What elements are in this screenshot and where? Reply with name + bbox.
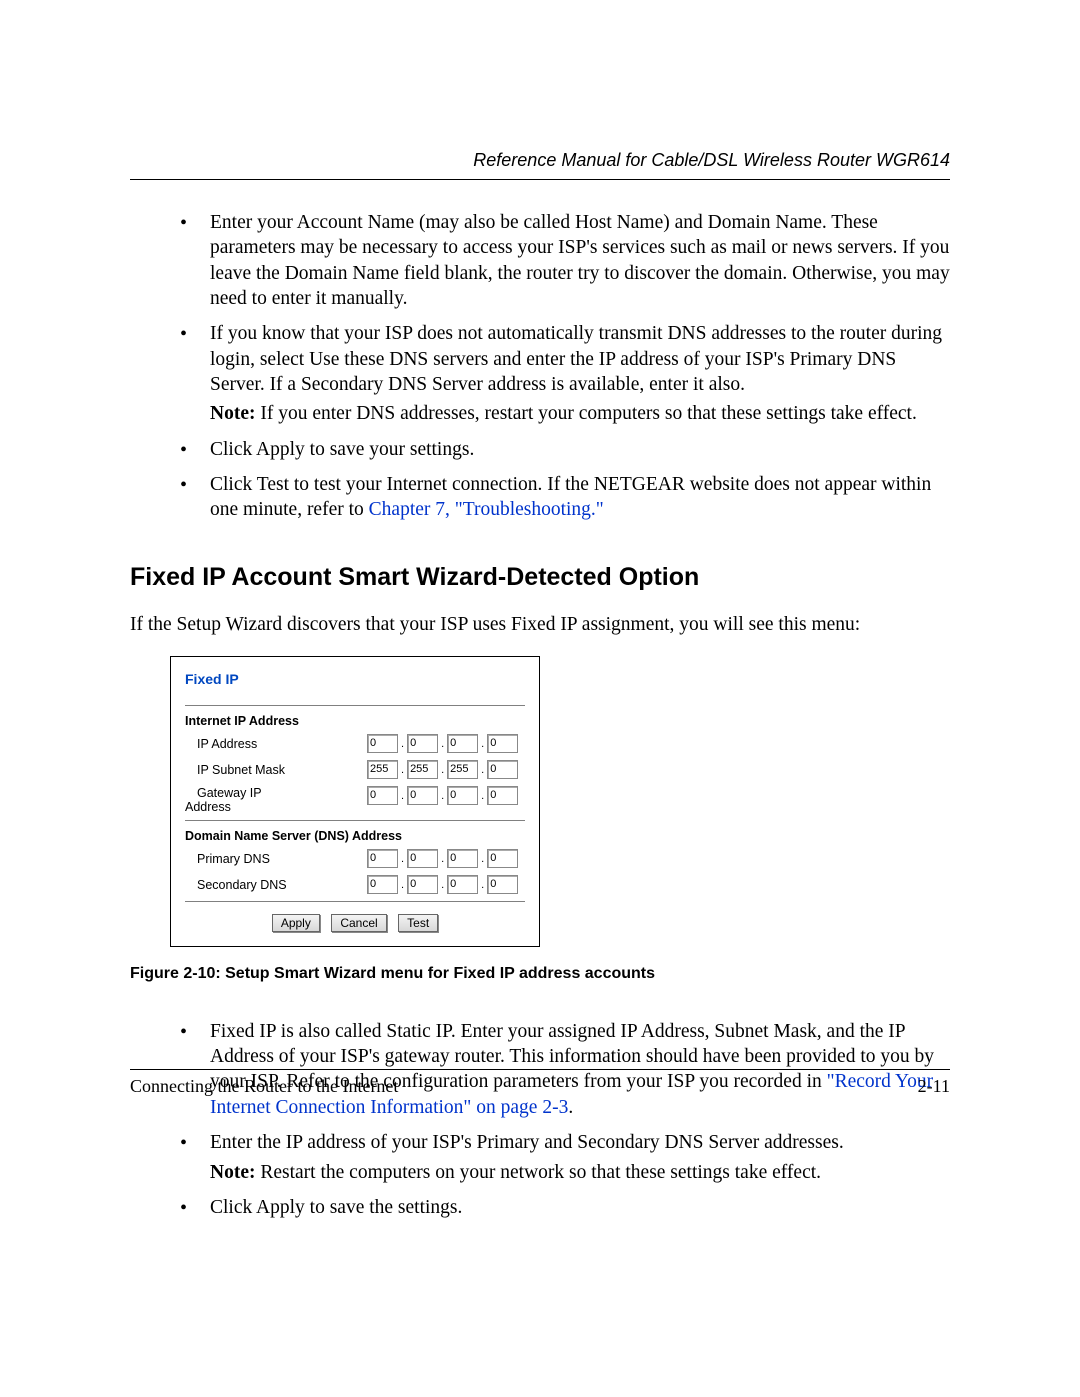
bullet-item: Click Test to test your Internet connect… <box>180 472 950 523</box>
ip-octet-input[interactable]: 0 <box>487 786 518 805</box>
page-footer: Connecting the Router to the Internet 2-… <box>130 1069 950 1097</box>
divider <box>185 820 525 821</box>
ip-octet-input[interactable]: 0 <box>487 734 518 753</box>
bullet-item: Click Apply to save your settings. <box>180 437 950 462</box>
ip-octet-input[interactable]: 0 <box>407 849 438 868</box>
secondary-dns-row: Secondary DNS 0. 0. 0. 0 <box>185 875 525 895</box>
divider <box>185 705 525 706</box>
ip-octet-input[interactable]: 0 <box>447 849 478 868</box>
ip-address-row: IP Address 0. 0. 0. 0 <box>185 734 525 754</box>
gateway-label: Gateway IP Address <box>185 786 367 814</box>
dns-section-heading: Domain Name Server (DNS) Address <box>185 829 525 843</box>
ip-octet-input[interactable]: 0 <box>487 875 518 894</box>
ip-octet-input[interactable]: 0 <box>407 786 438 805</box>
ip-octet-input[interactable]: 0 <box>487 760 518 779</box>
panel-title: Fixed IP <box>185 671 525 687</box>
primary-dns-row: Primary DNS 0. 0. 0. 0 <box>185 849 525 869</box>
ip-octet-input[interactable]: 0 <box>367 849 398 868</box>
bottom-bullet-list: Fixed IP is also called Static IP. Enter… <box>130 1019 950 1220</box>
gateway-label-line2: Address <box>185 800 231 814</box>
ip-octet-input[interactable]: 0 <box>367 875 398 894</box>
ip-octet-input[interactable]: 255 <box>367 760 398 779</box>
secondary-dns-cells: 0. 0. 0. 0 <box>367 875 518 895</box>
primary-dns-label: Primary DNS <box>185 852 367 866</box>
ip-section-heading: Internet IP Address <box>185 714 525 728</box>
fixed-ip-panel: Fixed IP Internet IP Address IP Address … <box>170 656 540 947</box>
ip-octet-input[interactable]: 0 <box>407 734 438 753</box>
ip-octet-input[interactable]: 0 <box>447 875 478 894</box>
fixed-ip-panel-wrap: Fixed IP Internet IP Address IP Address … <box>170 656 950 947</box>
bullet-item: Click Apply to save the settings. <box>180 1195 950 1220</box>
ip-address-cells: 0. 0. 0. 0 <box>367 734 518 754</box>
footer-left: Connecting the Router to the Internet <box>130 1076 398 1097</box>
bullet-text: Click Apply to save your settings. <box>210 439 474 460</box>
subnet-row: IP Subnet Mask 255. 255. 255. 0 <box>185 760 525 780</box>
test-button[interactable]: Test <box>398 914 438 932</box>
bullet-item: If you know that your ISP does not autom… <box>180 321 950 426</box>
ip-octet-input[interactable]: 0 <box>367 786 398 805</box>
section-heading: Fixed IP Account Smart Wizard-Detected O… <box>130 563 950 592</box>
footer-page-number: 2-11 <box>918 1076 950 1097</box>
primary-dns-cells: 0. 0. 0. 0 <box>367 849 518 869</box>
ip-octet-input[interactable]: 0 <box>407 875 438 894</box>
button-row: Apply Cancel Test <box>185 914 525 932</box>
ip-octet-input[interactable]: 0 <box>487 849 518 868</box>
gateway-cells: 0. 0. 0. 0 <box>367 786 518 806</box>
gateway-row: Gateway IP Address 0. 0. 0. 0 <box>185 786 525 814</box>
ip-octet-input[interactable]: 0 <box>447 734 478 753</box>
bullet-text-suffix: . <box>568 1097 573 1118</box>
bullet-text: Enter the IP address of your ISP's Prima… <box>210 1132 844 1153</box>
cancel-button[interactable]: Cancel <box>331 914 386 932</box>
troubleshooting-link[interactable]: Chapter 7, "Troubleshooting." <box>369 499 604 520</box>
note-text: If you enter DNS addresses, restart your… <box>255 403 916 424</box>
subnet-cells: 255. 255. 255. 0 <box>367 760 518 780</box>
ip-octet-input[interactable]: 255 <box>407 760 438 779</box>
note-text: Restart the computers on your network so… <box>255 1162 821 1183</box>
gateway-label-line1: Gateway IP <box>197 786 262 800</box>
ip-address-label: IP Address <box>185 737 367 751</box>
subnet-label: IP Subnet Mask <box>185 763 367 777</box>
figure-caption: Figure 2-10: Setup Smart Wizard menu for… <box>130 965 950 983</box>
apply-button[interactable]: Apply <box>272 914 320 932</box>
bullet-text: If you know that your ISP does not autom… <box>210 323 942 395</box>
intro-paragraph: If the Setup Wizard discovers that your … <box>130 614 950 636</box>
bullet-text: Enter your Account Name (may also be cal… <box>210 212 950 309</box>
ip-octet-input[interactable]: 0 <box>447 786 478 805</box>
header-title: Reference Manual for Cable/DSL Wireless … <box>473 150 950 170</box>
note-label: Note: <box>210 1162 255 1183</box>
top-bullet-list: Enter your Account Name (may also be cal… <box>130 210 950 523</box>
divider <box>185 901 525 902</box>
bullet-item: Enter the IP address of your ISP's Prima… <box>180 1130 950 1185</box>
ip-octet-input[interactable]: 0 <box>367 734 398 753</box>
ip-octet-input[interactable]: 255 <box>447 760 478 779</box>
page: Reference Manual for Cable/DSL Wireless … <box>0 0 1080 1397</box>
page-header: Reference Manual for Cable/DSL Wireless … <box>130 150 950 180</box>
bullet-text: Click Apply to save the settings. <box>210 1197 462 1218</box>
note-label: Note: <box>210 403 255 424</box>
secondary-dns-label: Secondary DNS <box>185 878 367 892</box>
bullet-item: Enter your Account Name (may also be cal… <box>180 210 950 311</box>
